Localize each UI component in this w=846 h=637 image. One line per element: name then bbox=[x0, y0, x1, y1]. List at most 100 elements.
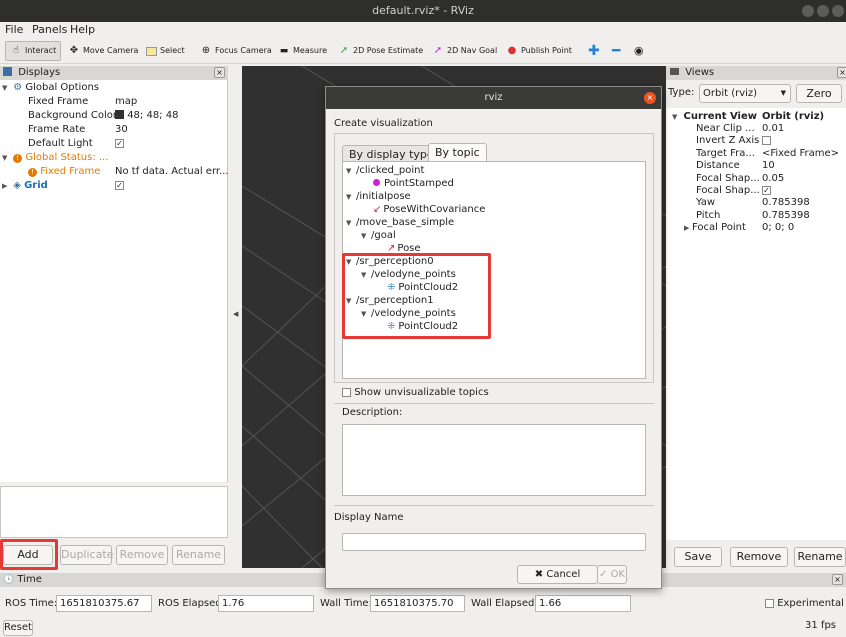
rename-display-button[interactable]: Rename bbox=[172, 545, 225, 565]
check-icon: ✓ bbox=[598, 569, 608, 580]
left-splitter[interactable]: ◀ bbox=[229, 66, 242, 568]
default-light-checkbox[interactable]: ✓ bbox=[115, 137, 124, 151]
fixed-frame-status-row[interactable]: ! Fixed Frame bbox=[28, 165, 100, 179]
experimental-checkbox-row[interactable]: Experimental bbox=[765, 597, 844, 611]
topic-move-base-simple[interactable]: ▼ /move_base_simple bbox=[346, 216, 454, 229]
show-unvisualizable-row[interactable]: Show unvisualizable topics bbox=[342, 386, 489, 400]
type-pose-with-covariance-label: PoseWithCovariance bbox=[383, 204, 486, 215]
display-name-input[interactable] bbox=[342, 533, 646, 551]
displays-title: Displays bbox=[18, 67, 61, 78]
publish-point-label: Publish Point bbox=[521, 46, 572, 55]
collapse-left-icon: ◀ bbox=[233, 310, 239, 318]
global-status-row[interactable]: ▼ ! Global Status: ... bbox=[2, 151, 108, 165]
view-property-value[interactable]: 0.785398 bbox=[762, 197, 810, 209]
zero-view-button[interactable]: Zero bbox=[796, 84, 842, 103]
wall-elapsed-field[interactable]: 1.66 bbox=[535, 595, 631, 612]
views-close-icon[interactable]: × bbox=[837, 67, 846, 78]
global-options-label: Global Options bbox=[25, 82, 100, 93]
cancel-button[interactable]: ✖ Cancel bbox=[517, 565, 598, 584]
reset-button[interactable]: Reset bbox=[3, 620, 33, 636]
pose-estimate-tool-button[interactable]: ➚ 2D Pose Estimate bbox=[338, 41, 423, 61]
ruler-icon: ▬ bbox=[279, 46, 289, 56]
add-tool-button[interactable]: ✚ bbox=[588, 41, 600, 61]
save-view-button[interactable]: Save bbox=[674, 547, 722, 567]
warning-icon: ! bbox=[28, 168, 37, 177]
frame-rate-label: Frame Rate bbox=[28, 124, 86, 135]
topic-clicked-point[interactable]: ▼ /clicked_point bbox=[346, 164, 424, 177]
current-view-label: Current View bbox=[683, 111, 757, 122]
grid-icon: ◈ bbox=[13, 180, 21, 191]
remove-view-button[interactable]: Remove bbox=[730, 547, 788, 567]
expanded-arrow-icon: ▼ bbox=[346, 167, 352, 175]
menu-file[interactable]: File bbox=[5, 23, 23, 37]
views-panel-header: Views × bbox=[666, 66, 846, 80]
nav-goal-tool-button[interactable]: ➚ 2D Nav Goal bbox=[432, 41, 497, 61]
view-property-label: Target Fra... bbox=[696, 148, 755, 160]
window-titlebar: default.rviz* - RViz bbox=[0, 0, 846, 22]
wall-time-field[interactable]: 1651810375.70 bbox=[370, 595, 465, 612]
frame-rate-value[interactable]: 30 bbox=[115, 123, 128, 137]
tool-properties-button[interactable]: ◉ bbox=[634, 41, 644, 61]
focus-camera-tool-button[interactable]: ⊕ Focus Camera bbox=[200, 41, 272, 61]
description-box bbox=[342, 424, 646, 496]
measure-label: Measure bbox=[293, 46, 327, 55]
close-window-button[interactable] bbox=[832, 5, 844, 17]
type-point-stamped[interactable]: PointStamped bbox=[373, 177, 454, 190]
fixed-frame-status-label: Fixed Frame bbox=[40, 166, 101, 177]
current-view-row[interactable]: ▼ Current View bbox=[672, 111, 757, 123]
create-visualization-dialog: rviz × Create visualization By display t… bbox=[325, 86, 662, 589]
time-close-icon[interactable]: × bbox=[832, 574, 843, 585]
grid-display-row[interactable]: ▶ ◈ Grid bbox=[2, 179, 48, 193]
view-property-value[interactable]: <Fixed Frame> bbox=[762, 148, 839, 160]
topic-goal[interactable]: ▼ /goal bbox=[361, 229, 396, 242]
select-tool-button[interactable]: Select bbox=[146, 41, 185, 61]
view-property-checkbox[interactable] bbox=[762, 135, 771, 145]
view-property-value[interactable]: 0.05 bbox=[762, 173, 784, 185]
grid-enabled-checkbox[interactable]: ✓ bbox=[115, 179, 124, 193]
displays-close-icon[interactable]: × bbox=[214, 67, 225, 78]
show-unvisualizable-checkbox[interactable] bbox=[342, 387, 351, 397]
remove-tool-button[interactable]: ━ bbox=[612, 41, 620, 61]
view-property-value[interactable] bbox=[762, 135, 771, 147]
green-arrow-icon: ➚ bbox=[339, 45, 349, 56]
view-property-value[interactable]: 0.785398 bbox=[762, 210, 810, 222]
grid-label: Grid bbox=[24, 180, 48, 191]
dialog-close-icon[interactable]: × bbox=[644, 92, 656, 104]
ok-button[interactable]: ✓ OK bbox=[597, 565, 627, 584]
view-type-select[interactable]: Orbit (rviz) ▼ bbox=[699, 84, 791, 103]
global-options-row[interactable]: ▼ ⚙ Global Options bbox=[2, 81, 99, 95]
ros-elapsed-field[interactable]: 1.76 bbox=[218, 595, 314, 612]
type-pose-with-covariance[interactable]: ↙ PoseWithCovariance bbox=[373, 203, 485, 216]
fixed-frame-label: Fixed Frame bbox=[28, 96, 89, 107]
views-title: Views bbox=[685, 67, 715, 78]
tab-by-topic[interactable]: By topic bbox=[428, 143, 487, 163]
measure-tool-button[interactable]: ▬ Measure bbox=[278, 41, 327, 61]
view-property-value[interactable]: ✓ bbox=[762, 185, 771, 197]
view-property-label-text: Focal Shap... bbox=[696, 172, 760, 184]
menu-help[interactable]: Help bbox=[70, 23, 95, 37]
view-property-value[interactable]: 0.01 bbox=[762, 123, 784, 135]
topic-move-base-simple-label: /move_base_simple bbox=[356, 217, 455, 228]
menu-panels[interactable]: Panels bbox=[32, 23, 67, 37]
ros-time-field[interactable]: 1651810375.67 bbox=[56, 595, 152, 612]
maximize-button[interactable] bbox=[817, 5, 829, 17]
topic-goal-label: /goal bbox=[371, 230, 396, 241]
interact-tool-button[interactable]: ☝ Interact bbox=[5, 41, 62, 61]
view-property-value[interactable]: 0; 0; 0 bbox=[762, 222, 794, 234]
move-camera-tool-button[interactable]: ✥ Move Camera bbox=[68, 41, 139, 61]
remove-display-button[interactable]: Remove bbox=[116, 545, 168, 565]
view-property-value[interactable]: 10 bbox=[762, 160, 775, 172]
minimize-button[interactable] bbox=[802, 5, 814, 17]
topic-initialpose[interactable]: ▼ /initialpose bbox=[346, 190, 411, 203]
fps-indicator: 31 fps bbox=[805, 620, 836, 631]
rename-view-button[interactable]: Rename bbox=[794, 547, 846, 567]
publish-point-tool-button[interactable]: ● Publish Point bbox=[506, 41, 572, 61]
fixed-frame-status-value: No tf data. Actual err... bbox=[115, 166, 229, 177]
experimental-checkbox[interactable] bbox=[765, 598, 774, 608]
background-color-value-row[interactable]: 48; 48; 48 bbox=[115, 109, 178, 123]
view-property-label-text: Pitch bbox=[696, 209, 721, 221]
select-label: Select bbox=[160, 46, 185, 55]
fixed-frame-value[interactable]: map bbox=[115, 95, 137, 109]
view-property-checkbox[interactable]: ✓ bbox=[762, 185, 771, 195]
duplicate-display-button[interactable]: Duplicate bbox=[60, 545, 113, 565]
